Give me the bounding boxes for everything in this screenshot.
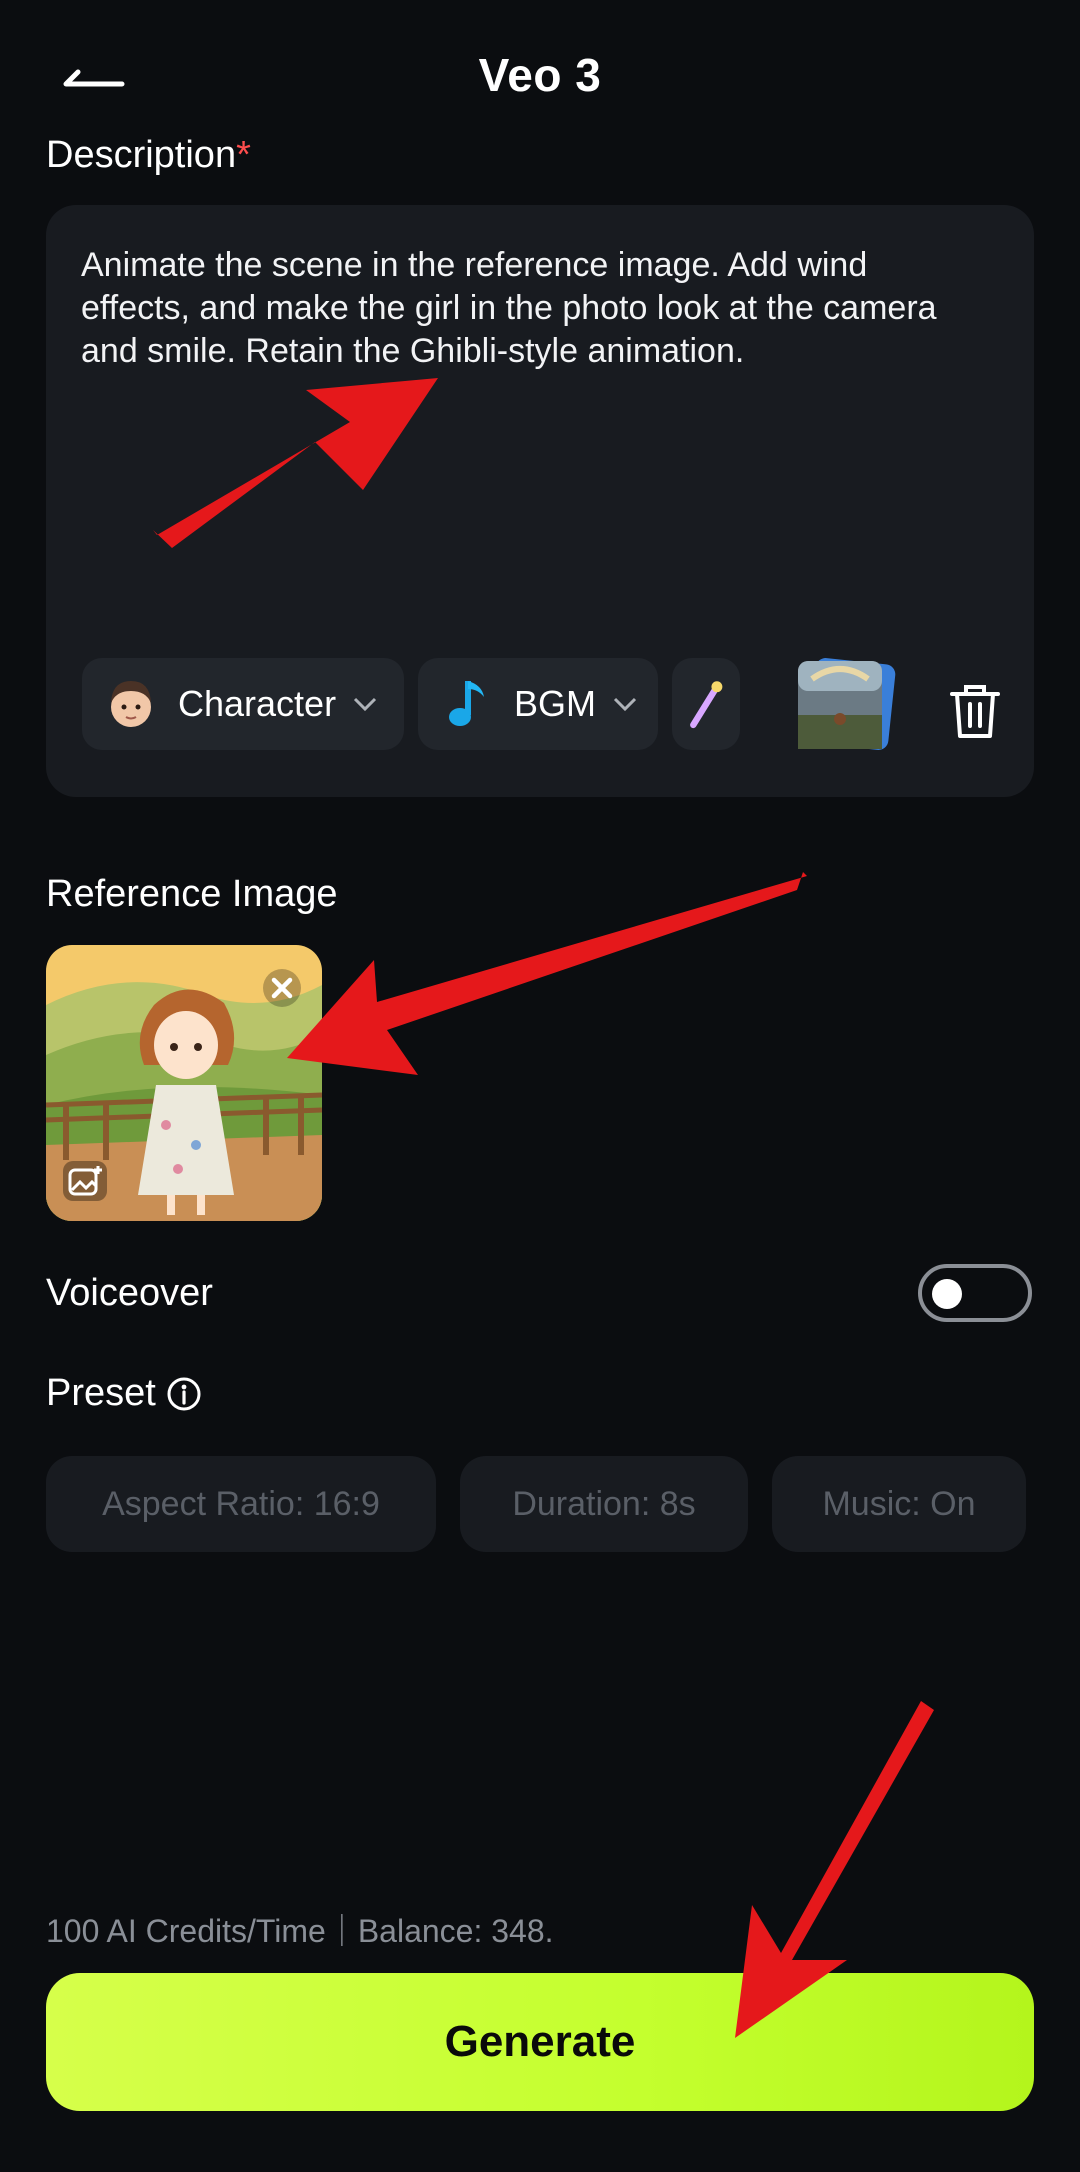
bgm-chip-label: BGM (514, 683, 597, 724)
description-label: Description* (46, 134, 251, 176)
preset-label: Preset (46, 1372, 156, 1414)
character-chip-label: Character (178, 683, 337, 724)
credits-balance-text: 100 AI Credits/Time｜Balance: 348. (46, 1913, 554, 1949)
character-face-icon (111, 681, 151, 727)
remove-image-close-icon[interactable] (262, 968, 302, 1008)
character-chip[interactable]: Character (82, 658, 404, 750)
trash-icon[interactable] (944, 680, 1006, 742)
info-icon[interactable] (166, 1376, 202, 1412)
reference-thumbnail-stack[interactable] (790, 655, 898, 755)
preset-aspect-ratio[interactable]: Aspect Ratio: 16:9 (46, 1456, 436, 1552)
chevron-down-icon (613, 697, 637, 712)
annotation-arrow-reference-image (287, 872, 807, 1075)
toggle-knob (932, 1279, 962, 1309)
preset-music[interactable]: Music: On (772, 1456, 1026, 1552)
magic-wand-icon (690, 681, 723, 729)
preset-duration[interactable]: Duration: 8s (460, 1456, 748, 1552)
bgm-chip[interactable]: BGM (418, 658, 658, 750)
music-note-icon (449, 681, 484, 726)
description-input[interactable]: Animate the scene in the reference image… (81, 244, 981, 373)
page-title: Veo 3 (478, 49, 602, 101)
voiceover-label: Voiceover (46, 1272, 213, 1314)
effects-chip[interactable] (672, 658, 740, 750)
edit-image-icon[interactable] (62, 1160, 108, 1202)
reference-image-label: Reference Image (46, 873, 338, 915)
voiceover-toggle[interactable] (918, 1264, 1032, 1322)
generate-button[interactable]: Generate (46, 1973, 1034, 2111)
chevron-down-icon (354, 697, 377, 712)
required-mark: * (236, 134, 251, 176)
